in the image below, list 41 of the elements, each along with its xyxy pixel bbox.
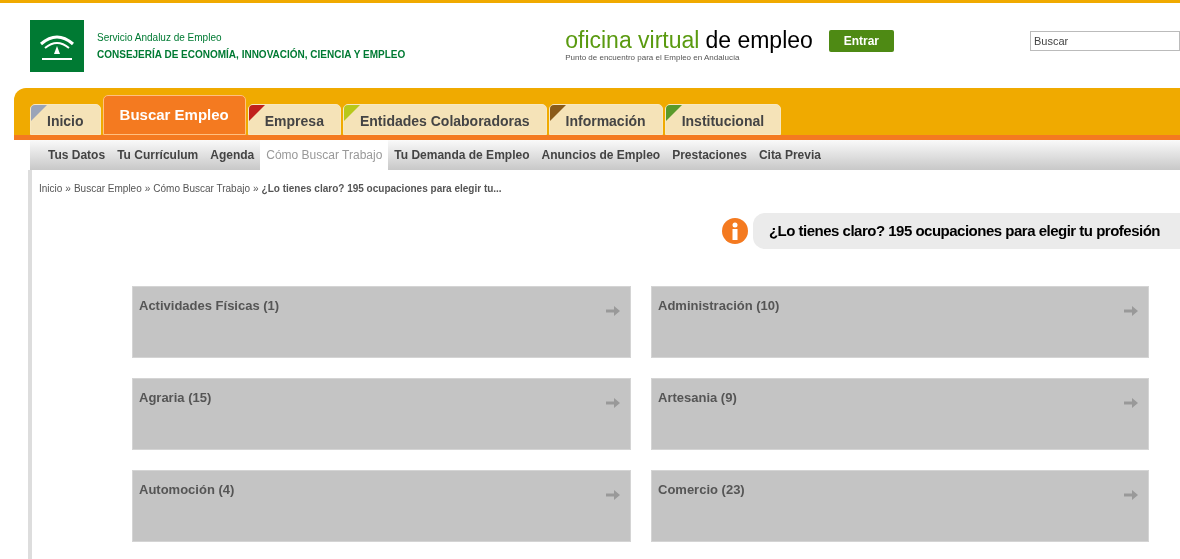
logo-icon — [30, 19, 84, 72]
breadcrumb-separator: » — [65, 182, 71, 196]
subnav-link[interactable]: Prestaciones — [666, 140, 753, 170]
category-card[interactable]: Actividades Físicas (1) — [132, 286, 631, 358]
breadcrumb-current: ¿Lo tienes claro? 195 ocupaciones para elegir tu... — [261, 182, 502, 196]
brand-subtitle: de empleo — [705, 27, 813, 52]
brand-title: oficina virtual — [565, 27, 700, 52]
breadcrumb-separator: » — [144, 182, 151, 196]
info-icon — [721, 218, 748, 244]
agency-name: Servicio Andaluz de Empleo — [97, 30, 223, 45]
nav-tab[interactable]: Inicio — [30, 104, 101, 135]
ministry-name: CONSEJERÍA DE ECONOMÍA, INNOVACIÓN, CIENCIA Y EMPLEO — [97, 47, 406, 62]
nav-tab[interactable]: Empresa — [247, 104, 341, 135]
page-title: ¿Lo tienes claro? 195 ocupaciones para elegir tu profesión — [752, 213, 1180, 249]
category-card[interactable]: Comercio (23) — [651, 470, 1149, 542]
subnav-link[interactable]: Cita Previa — [752, 140, 827, 170]
subnav-link[interactable]: Anuncios de Empleo — [535, 140, 667, 170]
category-card[interactable]: Agraria (15) — [132, 378, 631, 450]
subnav-link[interactable]: Tus Datos — [42, 140, 112, 170]
nav-tab[interactable]: Institucional — [664, 104, 782, 135]
arrow-right-icon — [1124, 397, 1138, 409]
category-card[interactable]: Artesania (9) — [651, 378, 1149, 450]
breadcrumb-link[interactable]: Buscar Empleo — [73, 181, 142, 196]
arrow-right-icon — [606, 305, 620, 317]
nav-tab[interactable]: Entidades Colaboradoras — [342, 104, 547, 135]
arrow-right-icon — [606, 397, 620, 409]
subnav-link[interactable]: Tu Demanda de Empleo — [388, 140, 536, 170]
category-card[interactable]: Administración (10) — [651, 286, 1149, 358]
category-card[interactable]: Automoción (4) — [132, 470, 631, 542]
arrow-right-icon — [606, 489, 620, 501]
tagline: Punto de encuentro para el Empleo en Andalucía — [565, 52, 740, 64]
breadcrumb-link[interactable]: Inicio — [39, 181, 63, 196]
arrow-right-icon — [1124, 305, 1138, 317]
subnav-link[interactable]: Tu Currículum — [111, 140, 205, 170]
breadcrumb-separator: » — [253, 182, 259, 196]
search-field[interactable]: Buscar — [1030, 30, 1180, 51]
arrow-right-icon — [1124, 489, 1138, 501]
nav-tab[interactable]: Información — [548, 104, 663, 135]
login-button[interactable]: Entrar — [828, 29, 894, 52]
subnav-link[interactable]: Agenda — [204, 140, 261, 170]
breadcrumb-link[interactable]: Cómo Buscar Trabajo — [153, 181, 250, 196]
